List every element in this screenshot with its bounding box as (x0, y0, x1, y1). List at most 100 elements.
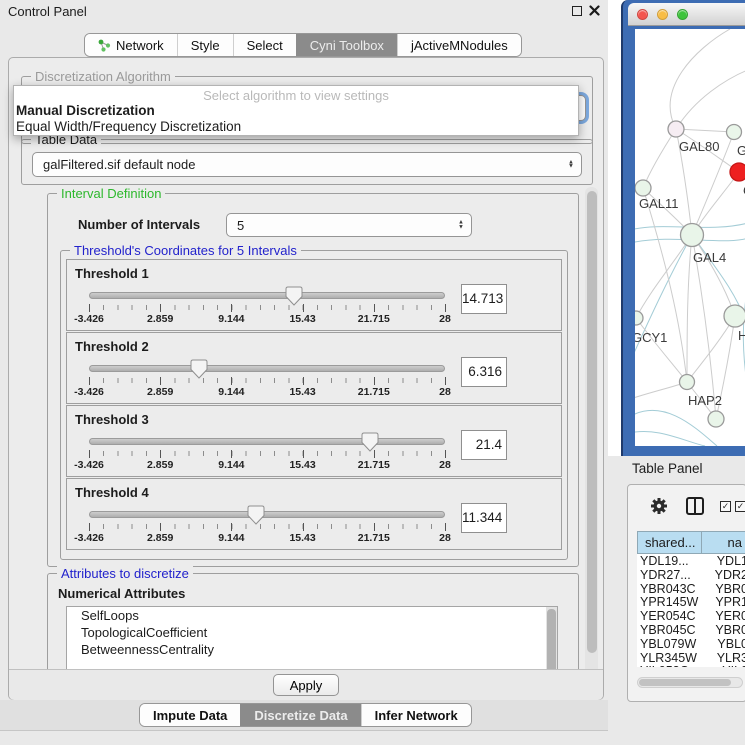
slider-major-tick (445, 377, 446, 385)
table-row[interactable]: YPR145WYPR1 (637, 595, 745, 609)
checkbox-icon[interactable]: ✓ (720, 501, 731, 512)
network-node[interactable] (730, 163, 745, 181)
tick-label: 28 (439, 386, 451, 398)
panel-vertical-scrollbar[interactable] (585, 187, 598, 687)
scrollbar-thumb[interactable] (639, 679, 731, 686)
table-row[interactable]: YBR045CYBR0 (637, 623, 745, 637)
table-row[interactable]: YBR043CYBR0 (637, 582, 745, 596)
tab-cyni-toolbox[interactable]: Cyni Toolbox (296, 34, 397, 56)
slider-major-tick (231, 377, 232, 385)
slider-major-tick (445, 304, 446, 312)
tick-label: 2.859 (147, 459, 173, 471)
tick-label: 21.715 (358, 313, 390, 325)
tab-network[interactable]: Network (85, 34, 177, 56)
slider-minor-ticks (89, 524, 446, 529)
table-row[interactable]: YLR345WYLR3 (637, 651, 745, 665)
table-row[interactable]: YDR27...YDR2 (637, 568, 745, 582)
control-panel-titlebar: Control Panel (0, 0, 608, 22)
close-traffic-light-icon[interactable] (637, 9, 648, 20)
node-label: GA (737, 143, 745, 158)
threshold-slider[interactable]: -3.4262.8599.14415.4321.71528 (89, 284, 445, 328)
slider-major-tick (160, 377, 161, 385)
node-label: HAP2 (688, 393, 722, 408)
minimize-traffic-light-icon[interactable] (657, 9, 668, 20)
slider-minor-ticks (89, 451, 446, 456)
threshold-box-2: Threshold 2-3.4262.8599.14415.4321.71528… (66, 332, 562, 404)
threshold-box-4: Threshold 4-3.4262.8599.14415.4321.71528… (66, 478, 562, 550)
tab-style[interactable]: Style (177, 34, 233, 56)
node-label: GAL4 (693, 250, 726, 265)
tab-discretize-data[interactable]: Discretize Data (240, 704, 360, 726)
scrollbar-thumb[interactable] (587, 191, 597, 653)
table-row[interactable]: YDL19...YDL1 (637, 554, 745, 568)
threshold-value-field[interactable]: 11.344 (461, 503, 507, 533)
slider-handle[interactable] (361, 432, 379, 452)
tab-jactivemnodules[interactable]: jActiveMNodules (397, 34, 521, 56)
network-window-titlebar[interactable] (628, 3, 745, 26)
table-horizontal-scrollbar[interactable] (637, 677, 743, 688)
tab-select[interactable]: Select (233, 34, 296, 56)
table-row[interactable]: YBL079WYBL0 (637, 637, 745, 651)
slider-track[interactable] (89, 438, 445, 445)
restore-icon[interactable] (572, 6, 582, 16)
network-canvas[interactable]: GAL80GACGAL11GAL4GCY1HHAP2 (635, 29, 745, 446)
threshold-slider[interactable]: -3.4262.8599.14415.4321.71528 (89, 357, 445, 401)
zoom-traffic-light-icon[interactable] (677, 9, 688, 20)
table-row[interactable]: YER054CYER0 (637, 609, 745, 623)
slider-minor-ticks (89, 378, 446, 383)
tick-label: 9.144 (218, 386, 244, 398)
node-label: H (738, 328, 745, 343)
attribute-list-item[interactable]: SelfLoops (67, 607, 557, 624)
numerical-attributes-label: Numerical Attributes (58, 586, 185, 601)
threshold-value-field[interactable]: 21.4 (461, 430, 507, 460)
slider-track[interactable] (89, 365, 445, 372)
network-node[interactable] (708, 411, 724, 427)
combo-arrows-icon: ▲▼ (458, 221, 464, 230)
slider-major-tick (160, 523, 161, 531)
tick-label: 9.144 (218, 313, 244, 325)
number-of-intervals-combobox[interactable]: 5 ▲▼ (226, 213, 472, 237)
column-header-name[interactable]: na (702, 531, 745, 554)
network-node[interactable] (635, 311, 643, 325)
network-nodes[interactable]: GAL80GACGAL11GAL4GCY1HHAP2 (635, 121, 745, 427)
close-icon[interactable] (589, 5, 600, 16)
tick-label: 2.859 (147, 386, 173, 398)
slider-handle[interactable] (190, 359, 208, 379)
apply-button[interactable]: Apply (273, 674, 339, 696)
gear-icon[interactable] (650, 497, 668, 515)
slider-major-tick (231, 450, 232, 458)
threshold-slider[interactable]: -3.4262.8599.14415.4321.71528 (89, 430, 445, 474)
tick-label: 15.43 (289, 313, 315, 325)
table-row[interactable]: YIL052CYIL0 (637, 664, 745, 667)
attribute-list-item[interactable]: TopologicalCoefficient (67, 624, 557, 641)
slider-handle[interactable] (285, 286, 303, 306)
network-node[interactable] (724, 305, 745, 327)
threshold-value-field[interactable]: 14.713 (461, 284, 507, 314)
popup-option-manual[interactable]: Manual Discretization (14, 103, 578, 119)
threshold-slider[interactable]: -3.4262.8599.14415.4321.71528 (89, 503, 445, 547)
tick-label: 15.43 (289, 386, 315, 398)
network-node[interactable] (680, 375, 695, 390)
column-header-shared-name[interactable]: shared... (637, 531, 702, 554)
slider-track[interactable] (89, 292, 445, 299)
tab-infer-network[interactable]: Infer Network (361, 704, 471, 726)
group-title: Discretization Algorithm (31, 69, 175, 84)
tick-label: 9.144 (218, 532, 244, 544)
checkbox-icon[interactable]: ✓ (735, 501, 745, 512)
tab-impute-data[interactable]: Impute Data (140, 704, 240, 726)
network-node[interactable] (635, 180, 651, 196)
network-node[interactable] (727, 125, 742, 140)
threshold-value-field[interactable]: 6.316 (461, 357, 507, 387)
panel-title: Control Panel (8, 4, 87, 19)
slider-track[interactable] (89, 511, 445, 518)
popup-option-equal-width[interactable]: Equal Width/Frequency Discretization (14, 119, 578, 135)
slider-handle[interactable] (247, 505, 265, 525)
attribute-list-item[interactable]: BetweennessCentrality (67, 641, 557, 658)
table-data-combobox[interactable]: galFiltered.sif default node ▲▼ (32, 152, 582, 177)
node-table: shared... na YDL19...YDL1YDR27...YDR2YBR… (637, 531, 745, 667)
split-columns-icon[interactable] (686, 497, 704, 515)
node-label: GAL80 (679, 139, 719, 154)
slider-major-tick (231, 523, 232, 531)
network-node[interactable] (681, 224, 704, 247)
network-node[interactable] (668, 121, 684, 137)
